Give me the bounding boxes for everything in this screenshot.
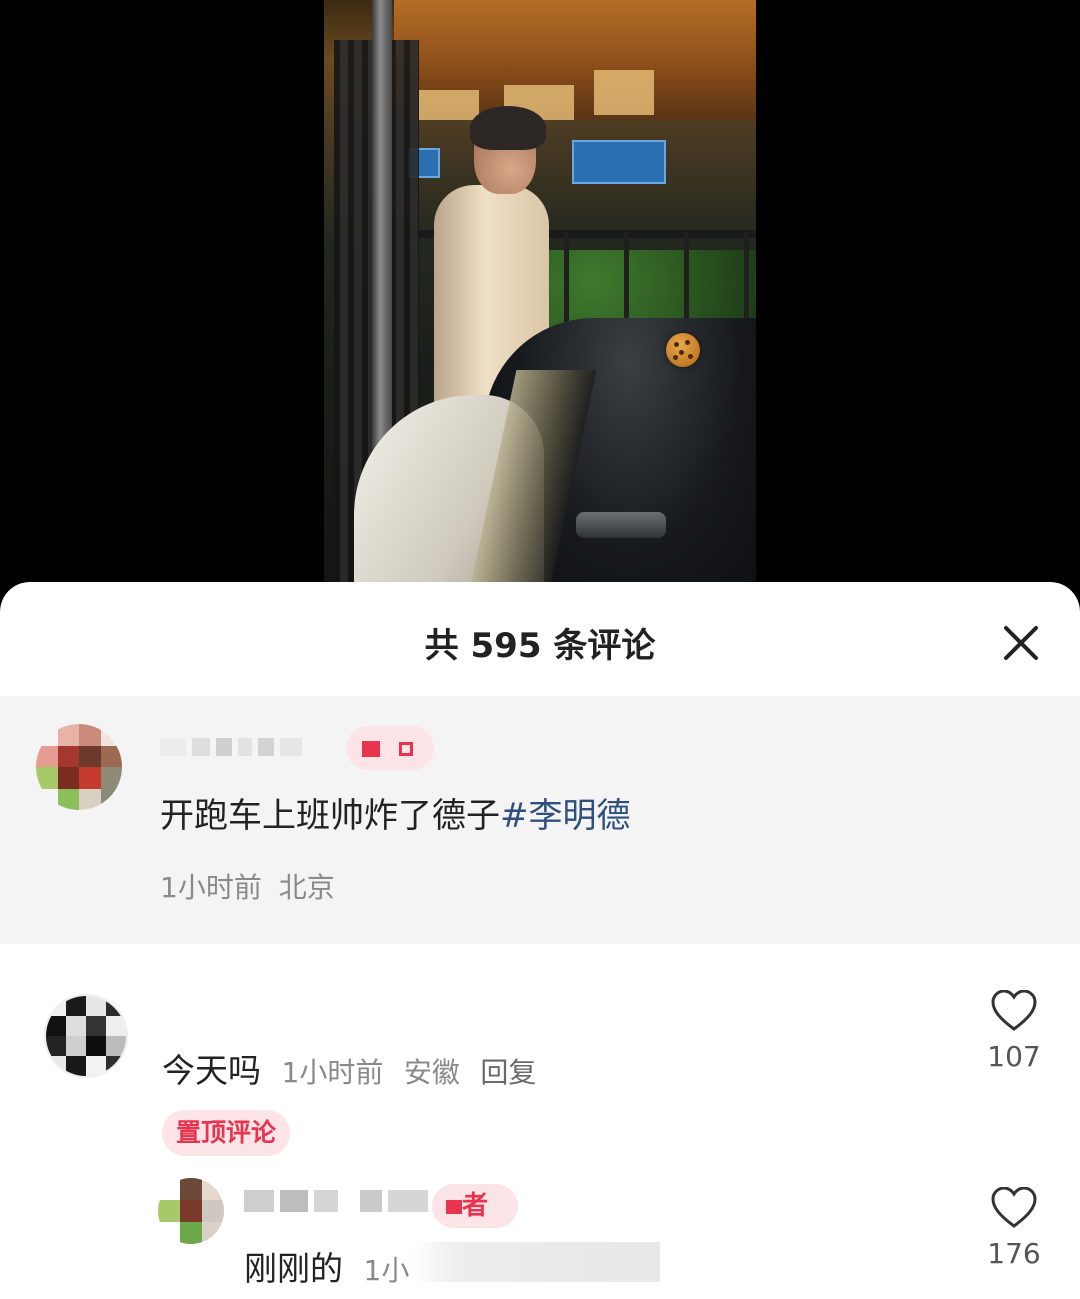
comment-like-button[interactable]: 107: [979, 990, 1049, 1073]
reply-text: 刚刚的: [244, 1249, 343, 1288]
lit-window: [419, 90, 479, 120]
comment-body: 今天吗 1小时前 安徽 回复: [162, 1044, 536, 1092]
post-meta: 1小时前 北京: [160, 866, 335, 906]
reply-time: 1小: [363, 1254, 410, 1287]
reply-author-avatar[interactable]: [158, 1178, 224, 1244]
comments-count-title: 共 595 条评论: [424, 626, 656, 666]
fence-post: [744, 232, 749, 332]
like-count: 107: [987, 1040, 1041, 1073]
cookie-icon: [666, 333, 700, 367]
lit-window: [594, 70, 654, 115]
post-time: 1小时前: [160, 871, 262, 904]
comment-location: 安徽: [403, 1056, 460, 1089]
heart-icon: [991, 1187, 1037, 1228]
reply-like-count: 176: [987, 1237, 1041, 1270]
video-frame[interactable]: [324, 0, 756, 600]
commenter-avatar[interactable]: [44, 994, 128, 1078]
person-hair: [470, 106, 546, 150]
reply-like-button[interactable]: 176: [979, 1187, 1049, 1270]
heart-icon: [991, 990, 1037, 1031]
fence-post: [564, 232, 569, 332]
car-door-handle: [576, 512, 666, 538]
post-author-badge: [346, 726, 434, 770]
post-text: 开跑车上班帅炸了德子#李明德: [160, 788, 631, 837]
reply-button[interactable]: 回复: [480, 1056, 536, 1089]
post-text-main: 开跑车上班帅炸了德子: [160, 796, 500, 836]
pinned-comment-badge: 置顶评论: [162, 1110, 291, 1156]
fence-post: [624, 232, 629, 332]
reply-meta-blurred: [410, 1242, 660, 1282]
led-billboard: [572, 140, 666, 184]
post-author-name-blurred: [160, 736, 302, 758]
post-location: 北京: [278, 871, 335, 904]
reply-body: 刚刚的 1小: [244, 1242, 409, 1290]
comments-sheet: 共 595 条评论 开跑车上班帅炸了德子#李明德 1小时前 北京 今天吗 1小时…: [0, 582, 1080, 1299]
comment-text: 今天吗: [162, 1051, 261, 1090]
reply-author-name-blurred: [244, 1190, 428, 1212]
post-hashtag-link[interactable]: #李明德: [500, 796, 631, 836]
post-author-avatar[interactable]: [36, 724, 122, 810]
reply-author-badge: 者: [432, 1184, 518, 1228]
close-icon: [1004, 626, 1038, 660]
fence-post: [684, 232, 689, 332]
comment-time: 1小时前: [281, 1056, 384, 1089]
close-button[interactable]: [996, 618, 1046, 668]
